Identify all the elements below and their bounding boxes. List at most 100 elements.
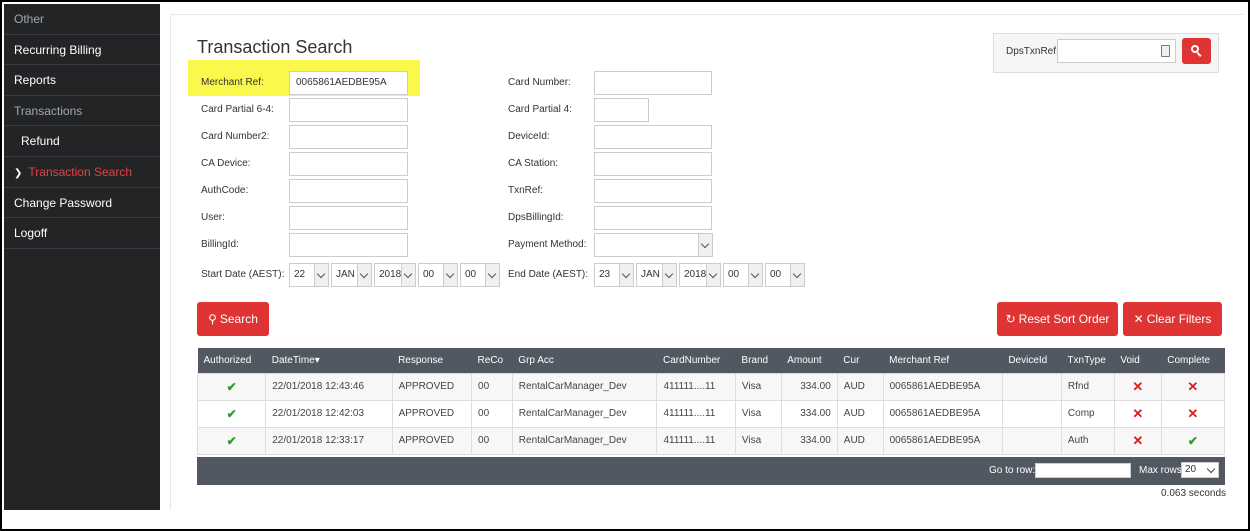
end-hour-select[interactable]: 00 bbox=[723, 263, 763, 287]
start-hour-value: 00 bbox=[423, 269, 435, 280]
times-icon[interactable]: ✕ bbox=[1132, 406, 1143, 421]
table-row[interactable]: ✔ 22/01/2018 12:33:17 APPROVED 00 Rental… bbox=[196, 426, 1226, 455]
table-header-row: Authorized DateTime▾ Response ReCo Grp A… bbox=[197, 348, 1225, 373]
card-number2-input[interactable] bbox=[289, 125, 408, 149]
check-icon: ✔ bbox=[226, 379, 237, 394]
col-void[interactable]: Void bbox=[1114, 348, 1161, 373]
col-txn-type[interactable]: TxnType bbox=[1061, 348, 1114, 373]
payment-method-label: Payment Method: bbox=[508, 239, 587, 250]
complete-cell[interactable]: ✕ bbox=[1160, 372, 1226, 401]
times-icon[interactable]: ✕ bbox=[1132, 379, 1143, 394]
search-icon: ⚲ bbox=[208, 312, 217, 326]
void-cell[interactable]: ✕ bbox=[1113, 426, 1162, 455]
ca-device-input[interactable] bbox=[289, 152, 408, 176]
datetime-cell: 22/01/2018 12:43:46 bbox=[265, 372, 393, 401]
table-row[interactable]: ✔ 22/01/2018 12:42:03 APPROVED 00 Rental… bbox=[196, 399, 1226, 428]
end-month-select[interactable]: JAN bbox=[636, 263, 677, 287]
authorized-cell: ✔ bbox=[196, 426, 267, 455]
datetime-cell: 22/01/2018 12:33:17 bbox=[265, 426, 393, 455]
col-datetime[interactable]: DateTime▾ bbox=[266, 348, 392, 373]
ca-device-label: CA Device: bbox=[201, 158, 251, 169]
col-response[interactable]: Response bbox=[392, 348, 471, 373]
sidebar-item-refund[interactable]: Refund bbox=[4, 126, 160, 157]
times-icon[interactable]: ✕ bbox=[1132, 433, 1143, 448]
search-button[interactable]: ⚲ Search bbox=[197, 302, 269, 336]
card-partial-4-input[interactable] bbox=[594, 98, 649, 122]
sidebar-item-logoff[interactable]: Logoff bbox=[4, 218, 160, 249]
col-card-number[interactable]: CardNumber bbox=[657, 348, 735, 373]
ca-station-input[interactable] bbox=[594, 152, 712, 176]
start-month-select[interactable]: JAN bbox=[331, 263, 372, 287]
txn-type-cell: Auth bbox=[1060, 426, 1115, 455]
keyboard-icon[interactable] bbox=[1161, 45, 1170, 57]
dps-txn-ref-input[interactable] bbox=[1057, 39, 1176, 63]
chevron-down-icon bbox=[357, 264, 371, 286]
start-day-value: 22 bbox=[294, 269, 306, 280]
chevron-down-icon bbox=[790, 264, 804, 286]
sidebar-item-other[interactable]: Other bbox=[4, 4, 160, 35]
clear-filters-label: Clear Filters bbox=[1146, 312, 1212, 326]
results-table: Authorized DateTime▾ Response ReCo Grp A… bbox=[196, 348, 1226, 455]
amount-cell: 334.00 bbox=[780, 372, 838, 401]
col-reco[interactable]: ReCo bbox=[472, 348, 513, 373]
go-to-row-input[interactable] bbox=[1035, 463, 1131, 478]
go-to-row-label: Go to row: bbox=[989, 465, 1036, 476]
auth-code-input[interactable] bbox=[289, 179, 408, 203]
times-icon[interactable]: ✕ bbox=[1187, 406, 1198, 421]
cur-cell: AUD bbox=[836, 399, 884, 428]
void-cell[interactable]: ✕ bbox=[1113, 399, 1162, 428]
clear-filters-button[interactable]: ✕ Clear Filters bbox=[1123, 302, 1222, 336]
card-number-cell: 411111....11 bbox=[656, 399, 736, 428]
complete-cell[interactable]: ✔ bbox=[1160, 426, 1226, 455]
sidebar-item-change-password[interactable]: Change Password bbox=[4, 188, 160, 219]
end-year-select[interactable]: 2018 bbox=[679, 263, 721, 287]
times-icon[interactable]: ✕ bbox=[1187, 379, 1198, 394]
start-hour-select[interactable]: 00 bbox=[418, 263, 458, 287]
sidebar-item-transactions[interactable]: Transactions bbox=[4, 96, 160, 127]
billing-id-input[interactable] bbox=[289, 233, 408, 257]
txn-ref-input[interactable] bbox=[594, 179, 712, 203]
txn-type-cell: Rfnd bbox=[1060, 372, 1115, 401]
user-input[interactable] bbox=[289, 206, 408, 230]
merchant-ref-cell: 0065861AEDBE95A bbox=[882, 372, 1003, 401]
col-cur[interactable]: Cur bbox=[837, 348, 883, 373]
start-minute-select[interactable]: 00 bbox=[460, 263, 500, 287]
col-amount[interactable]: Amount bbox=[781, 348, 837, 373]
col-merchant-ref[interactable]: Merchant Ref bbox=[883, 348, 1002, 373]
ca-station-label: CA Station: bbox=[508, 158, 559, 169]
sidebar-item-transaction-search[interactable]: ❯ Transaction Search bbox=[4, 157, 160, 188]
reco-cell: 00 bbox=[471, 426, 513, 455]
dps-search-button[interactable] bbox=[1182, 38, 1211, 64]
table-row[interactable]: ✔ 22/01/2018 12:43:46 APPROVED 00 Rental… bbox=[196, 372, 1226, 401]
start-year-select[interactable]: 2018 bbox=[374, 263, 416, 287]
col-grp-acc[interactable]: Grp Acc bbox=[512, 348, 657, 373]
grp-acc-cell: RentalCarManager_Dev bbox=[511, 426, 658, 455]
start-day-select[interactable]: 22 bbox=[289, 263, 329, 287]
complete-cell[interactable]: ✕ bbox=[1160, 399, 1226, 428]
check-icon[interactable]: ✔ bbox=[1188, 434, 1198, 448]
merchant-ref-input[interactable]: 0065861AEDBE95A bbox=[289, 71, 408, 95]
void-cell[interactable]: ✕ bbox=[1113, 372, 1162, 401]
sidebar-item-reports[interactable]: Reports bbox=[4, 65, 160, 96]
dps-billing-id-input[interactable] bbox=[594, 206, 712, 230]
reco-cell: 00 bbox=[471, 372, 513, 401]
col-device-id[interactable]: DeviceId bbox=[1002, 348, 1061, 373]
end-hour-value: 00 bbox=[728, 269, 740, 280]
card-partial-6-4-input[interactable] bbox=[289, 98, 408, 122]
reset-sort-order-button[interactable]: ↻ Reset Sort Order bbox=[997, 302, 1118, 336]
payment-method-select[interactable] bbox=[594, 233, 713, 257]
reco-cell: 00 bbox=[471, 399, 513, 428]
card-number-input[interactable] bbox=[594, 71, 712, 95]
device-id-input[interactable] bbox=[594, 125, 712, 149]
end-minute-select[interactable]: 00 bbox=[765, 263, 805, 287]
sidebar-item-recurring-billing[interactable]: Recurring Billing bbox=[4, 35, 160, 66]
col-authorized[interactable]: Authorized bbox=[198, 348, 266, 373]
col-complete[interactable]: Complete bbox=[1161, 348, 1224, 373]
times-icon: ✕ bbox=[1133, 312, 1144, 326]
max-rows-select[interactable]: 20 bbox=[1181, 462, 1219, 478]
end-day-select[interactable]: 23 bbox=[594, 263, 634, 287]
response-cell: APPROVED bbox=[391, 426, 473, 455]
chevron-down-icon: ❯ bbox=[14, 167, 23, 179]
col-brand[interactable]: Brand bbox=[735, 348, 781, 373]
chevron-down-icon bbox=[706, 264, 720, 286]
